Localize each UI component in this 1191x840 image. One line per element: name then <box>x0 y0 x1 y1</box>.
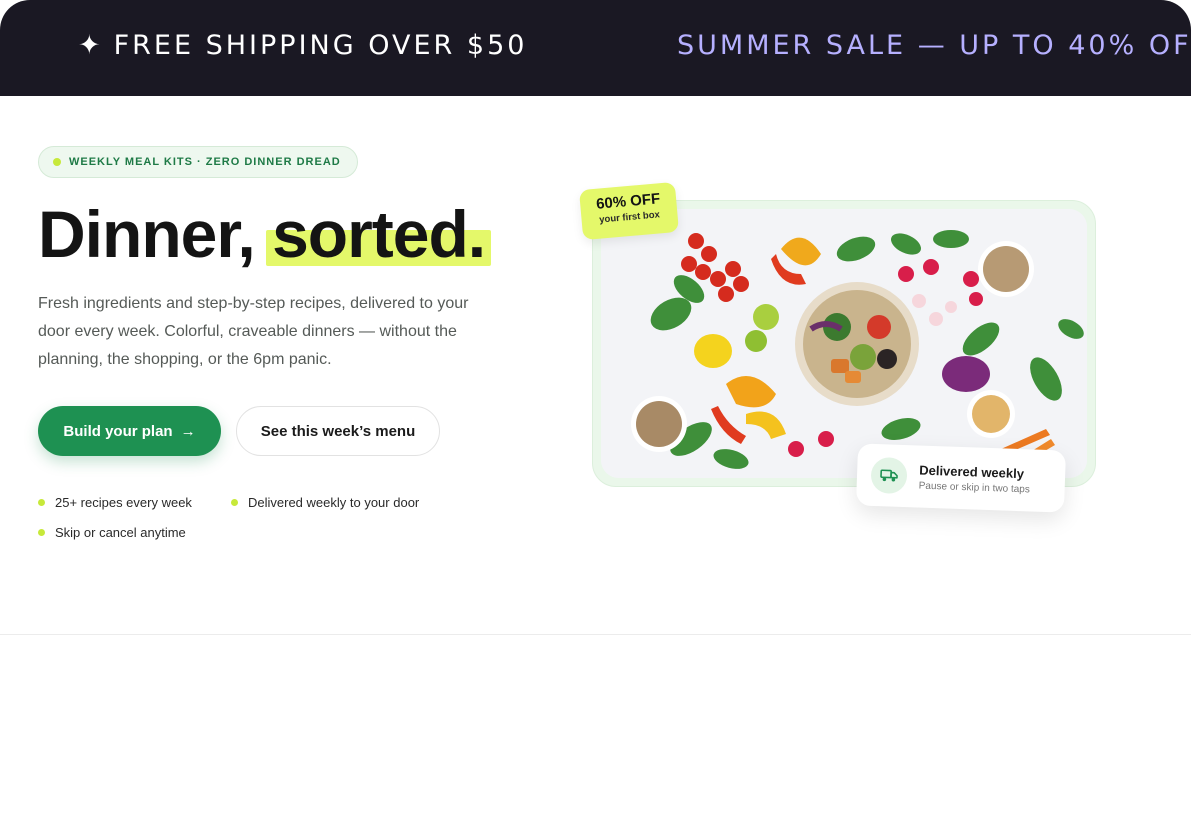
feature-text: Delivered weekly to your door <box>248 495 420 510</box>
delivery-card-subtitle: Pause or skip in two taps <box>918 480 1031 495</box>
hero-headline: Dinner, sorted. <box>38 196 492 272</box>
announcement-bar: ✦ FREE SHIPPING OVER $50 SUMMER SALE — UP… <box>0 0 1191 96</box>
see-menu-label: See this week’s menu <box>260 422 416 440</box>
section-divider <box>0 634 1191 635</box>
delivery-card-text: Delivered weekly Pause or skip in two ta… <box>919 462 1031 495</box>
build-plan-button[interactable]: Build your plan → <box>38 406 221 456</box>
eyebrow-dot <box>53 158 61 166</box>
announcement-sale-text: SUMMER SALE — UP TO 40% OFF <box>677 30 1191 61</box>
headline-highlight: sorted. <box>266 197 492 271</box>
ingredients-illustration <box>601 209 1087 478</box>
discount-badge: 60% OFF your first box <box>579 181 679 241</box>
bullet-dot-icon <box>231 499 238 506</box>
bullet-dot-icon <box>38 499 45 506</box>
headline-main: Dinner, <box>38 197 273 271</box>
arrow-right-icon: → <box>180 422 196 440</box>
sparkle-icon: ✦ <box>78 30 104 61</box>
food-ingredients-image <box>601 209 1087 478</box>
hero-image-card <box>592 200 1096 487</box>
eyebrow-pill: WEEKLY MEAL KITS · ZERO DINNER DREAD <box>38 146 358 178</box>
delivery-card-title: Delivered weekly <box>919 462 1025 481</box>
announcement-shipping-text: FREE SHIPPING OVER $50 <box>113 30 528 61</box>
feature-text: Skip or cancel anytime <box>55 525 186 540</box>
delivery-card: Delivered weekly Pause or skip in two ta… <box>855 443 1067 513</box>
feature-item: Delivered weekly to your door <box>231 495 419 510</box>
feature-item: 25+ recipes every week <box>38 495 192 510</box>
hero-description: Fresh ingredients and step-by-step recip… <box>38 295 469 368</box>
eyebrow-text: WEEKLY MEAL KITS · ZERO DINNER DREAD <box>69 156 341 168</box>
bullet-dot-icon <box>38 529 45 536</box>
see-menu-button[interactable]: See this week’s menu <box>236 406 440 456</box>
announcement-sale[interactable]: SUMMER SALE — UP TO 40% OFF <box>677 30 1191 61</box>
page-frame: ✦ FREE SHIPPING OVER $50 SUMMER SALE — UP… <box>0 0 1191 840</box>
truck-icon <box>870 456 908 495</box>
announcement-shipping[interactable]: ✦ FREE SHIPPING OVER $50 <box>78 30 527 61</box>
feature-item: Skip or cancel anytime <box>38 525 186 540</box>
build-plan-label: Build your plan <box>63 422 173 440</box>
feature-text: 25+ recipes every week <box>55 495 192 510</box>
